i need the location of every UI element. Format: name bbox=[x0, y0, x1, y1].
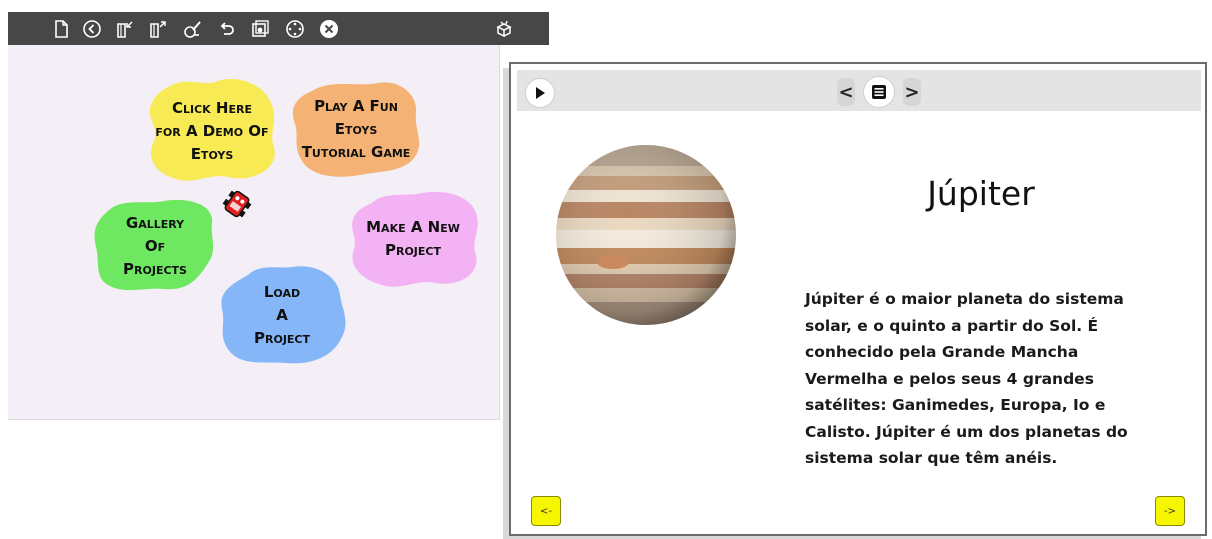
new-project-bubble[interactable]: Make A New Project bbox=[346, 189, 480, 289]
etoys-world-canvas: Click Here for A Demo Of Etoys Play A Fu… bbox=[8, 45, 500, 420]
load-project-bubble-label: Load A Project bbox=[254, 282, 310, 347]
new-project-bubble-label: Make A New Project bbox=[366, 218, 460, 259]
objects-bin-icon[interactable] bbox=[491, 16, 517, 42]
previous-page-yellow-button[interactable]: <- bbox=[531, 496, 561, 526]
load-project-bubble[interactable]: Load A Project bbox=[218, 263, 346, 367]
play-icon bbox=[536, 87, 545, 99]
page-title: Júpiter bbox=[927, 174, 1035, 213]
demo-bubble[interactable]: Click Here for A Demo Of Etoys bbox=[144, 77, 280, 185]
book-window: < > Júpiter Júpiter é o maior planeta do… bbox=[509, 62, 1207, 536]
supplies-icon[interactable] bbox=[247, 16, 273, 42]
gallery-bubble-label: Gallery Of Projects bbox=[123, 213, 187, 278]
tutorial-bubble-label: Play A Fun Etoys Tutorial Game bbox=[301, 96, 411, 161]
jupiter-planet-image bbox=[556, 145, 736, 325]
robot-car-icon[interactable] bbox=[222, 189, 252, 219]
book-toolbar: < > bbox=[517, 70, 1201, 111]
previous-page-button[interactable]: < bbox=[837, 78, 855, 106]
next-page-button[interactable]: > bbox=[903, 78, 921, 106]
export-project-icon[interactable] bbox=[145, 16, 171, 42]
etoys-toolbar bbox=[8, 12, 549, 45]
tutorial-bubble[interactable]: Play A Fun Etoys Tutorial Game bbox=[290, 81, 422, 177]
play-button[interactable] bbox=[525, 78, 555, 108]
demo-bubble-label: Click Here for A Demo Of Etoys bbox=[155, 98, 269, 163]
page-body-text: Júpiter é o maior planeta do sistema sol… bbox=[805, 290, 1128, 467]
navigator-icon[interactable] bbox=[282, 16, 308, 42]
page-menu-button[interactable] bbox=[863, 76, 895, 108]
back-circle-icon[interactable] bbox=[79, 16, 105, 42]
undo-icon[interactable] bbox=[214, 16, 240, 42]
menu-icon bbox=[872, 85, 886, 99]
gallery-bubble[interactable]: Gallery Of Projects bbox=[92, 197, 218, 295]
next-page-yellow-button[interactable]: -> bbox=[1155, 496, 1185, 526]
paint-brush-icon[interactable] bbox=[180, 16, 206, 42]
import-project-icon[interactable] bbox=[112, 16, 138, 42]
etoys-window: Click Here for A Demo Of Etoys Play A Fu… bbox=[8, 12, 549, 420]
new-page-icon[interactable] bbox=[48, 16, 74, 42]
close-circle-icon[interactable] bbox=[316, 16, 342, 42]
